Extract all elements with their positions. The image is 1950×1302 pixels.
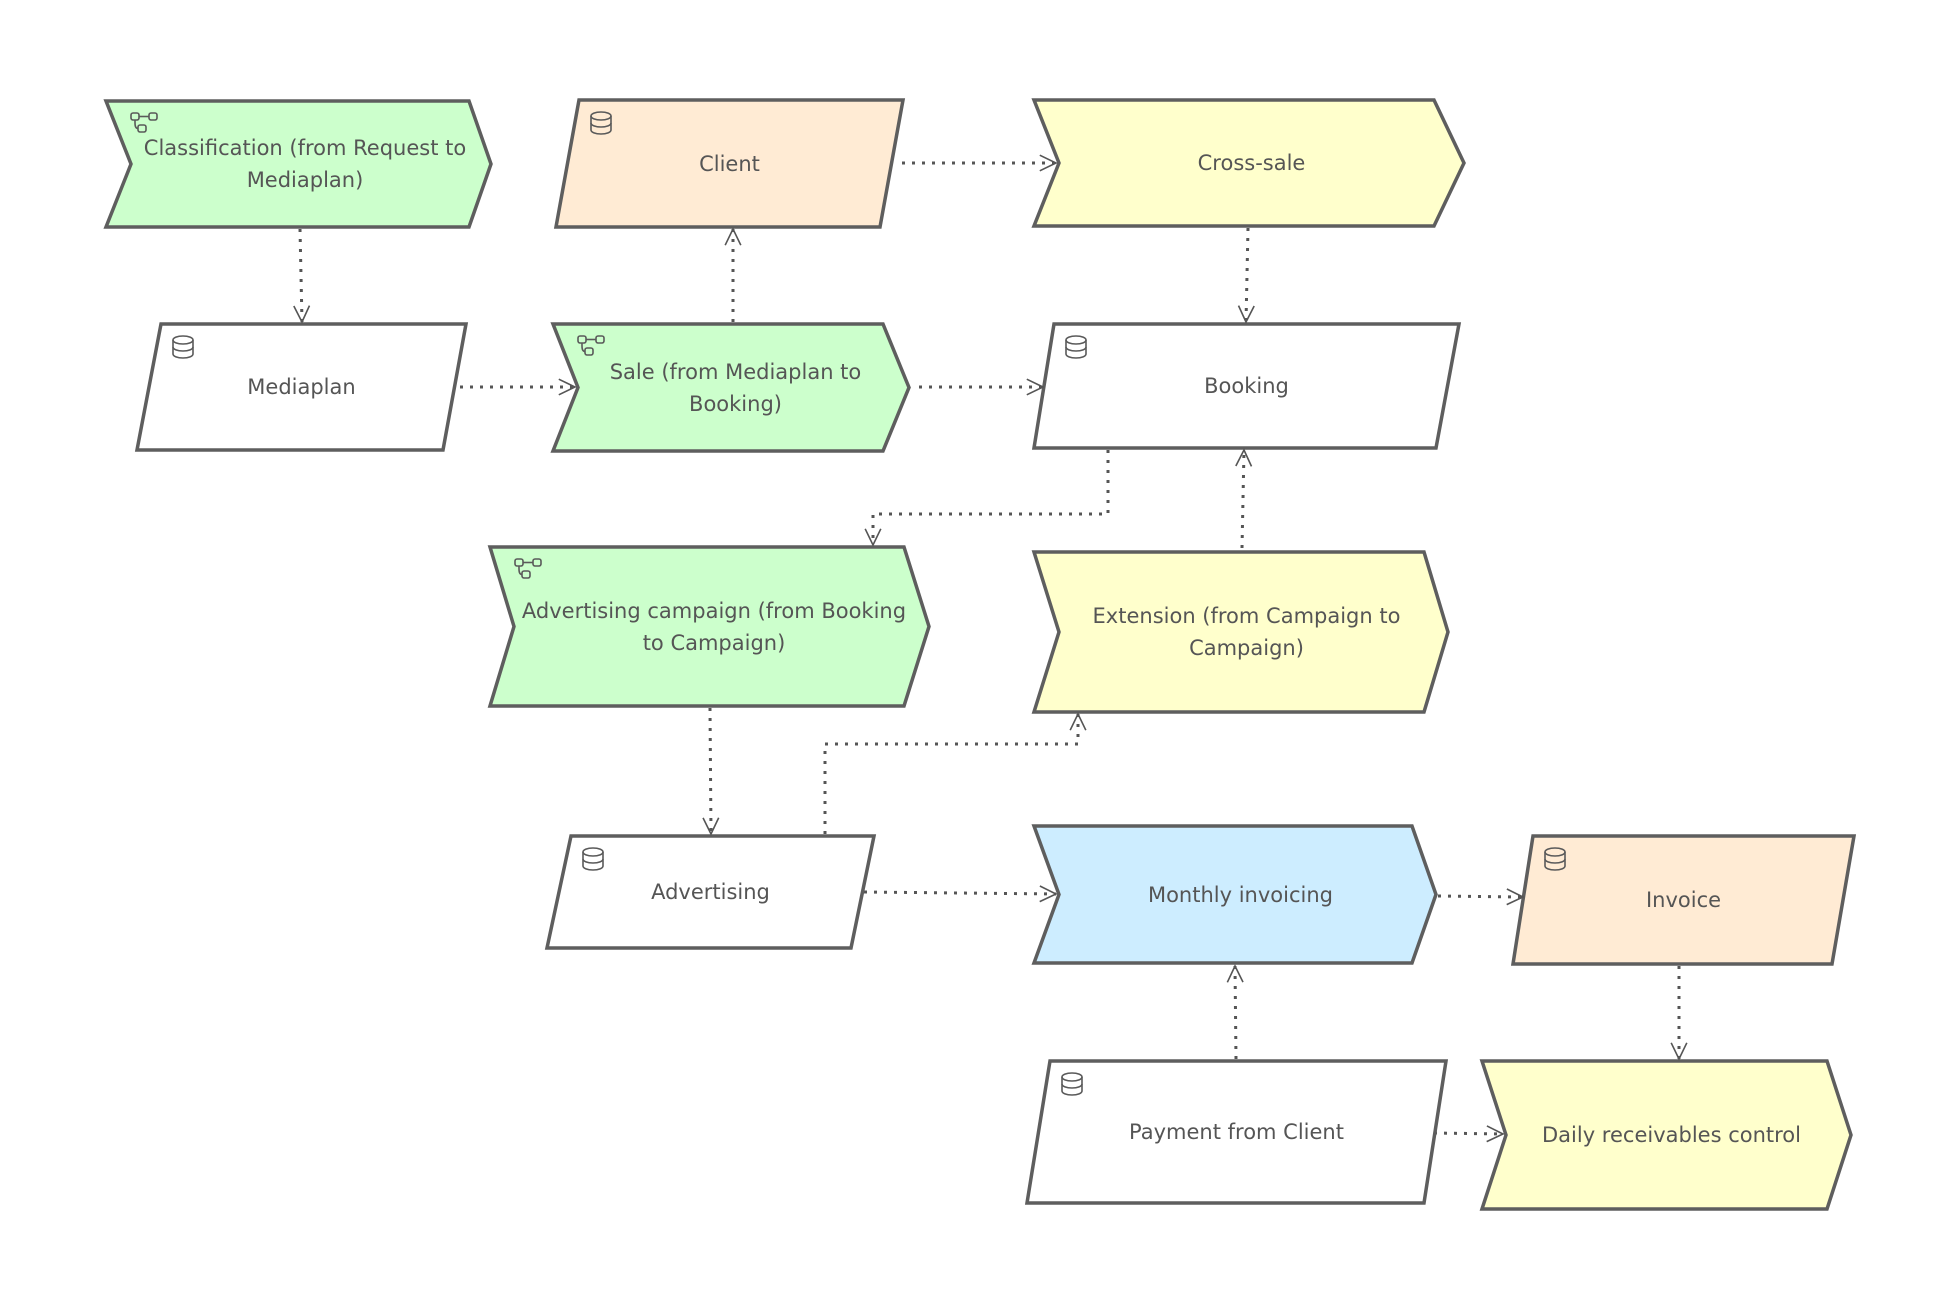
node-cross-sale[interactable] — [1031, 98, 1466, 228]
node-shape — [1031, 98, 1466, 228]
node-monthly-invoicing[interactable] — [1031, 824, 1438, 965]
arrowhead-icon — [1235, 448, 1253, 467]
node-mediaplan[interactable] — [134, 322, 469, 452]
node-shape — [103, 99, 493, 229]
node-shape — [1031, 824, 1438, 965]
edge-cross-sale-to-booking[interactable] — [1244, 227, 1250, 323]
node-advertising[interactable] — [544, 834, 877, 950]
node-shape — [1031, 550, 1450, 714]
edge-extension-to-booking[interactable] — [1240, 449, 1246, 549]
diagram-canvas — [103, 98, 1857, 1211]
edge-classification-to-mediaplan[interactable] — [298, 228, 304, 323]
node-invoice[interactable] — [1510, 834, 1857, 966]
node-sale[interactable] — [550, 322, 911, 453]
arrowhead-icon — [1039, 885, 1058, 903]
node-shape — [550, 322, 911, 453]
node-booking[interactable] — [1031, 322, 1462, 450]
node-daily-receivables[interactable] — [1479, 1059, 1853, 1211]
node-shape — [487, 545, 931, 708]
arrowheads-layer — [293, 154, 1688, 1143]
edge-payment-to-daily-receivables[interactable] — [1433, 1131, 1504, 1136]
node-payment[interactable] — [1024, 1059, 1449, 1205]
edge-monthly-invoicing-to-invoice[interactable] — [1437, 894, 1524, 899]
node-shape — [1510, 834, 1857, 966]
node-shape — [544, 834, 877, 950]
node-shape — [134, 322, 469, 452]
nodes-layer — [103, 98, 1857, 1211]
node-classification[interactable] — [103, 99, 493, 229]
node-adv-campaign[interactable] — [487, 545, 931, 708]
edge-adv-campaign-to-advertising[interactable] — [708, 707, 713, 835]
edge-advertising-to-monthly-invoicing[interactable] — [863, 890, 1057, 896]
edge-booking-to-adv-campaign[interactable] — [871, 450, 1110, 545]
node-shape — [1479, 1059, 1853, 1211]
node-shape — [1024, 1059, 1449, 1205]
node-client[interactable] — [553, 98, 906, 229]
node-shape — [1031, 322, 1462, 450]
edge-payment-to-monthly-invoicing[interactable] — [1233, 965, 1238, 1060]
edge-advertising-to-extension[interactable] — [823, 714, 1080, 834]
node-extension[interactable] — [1031, 550, 1450, 714]
